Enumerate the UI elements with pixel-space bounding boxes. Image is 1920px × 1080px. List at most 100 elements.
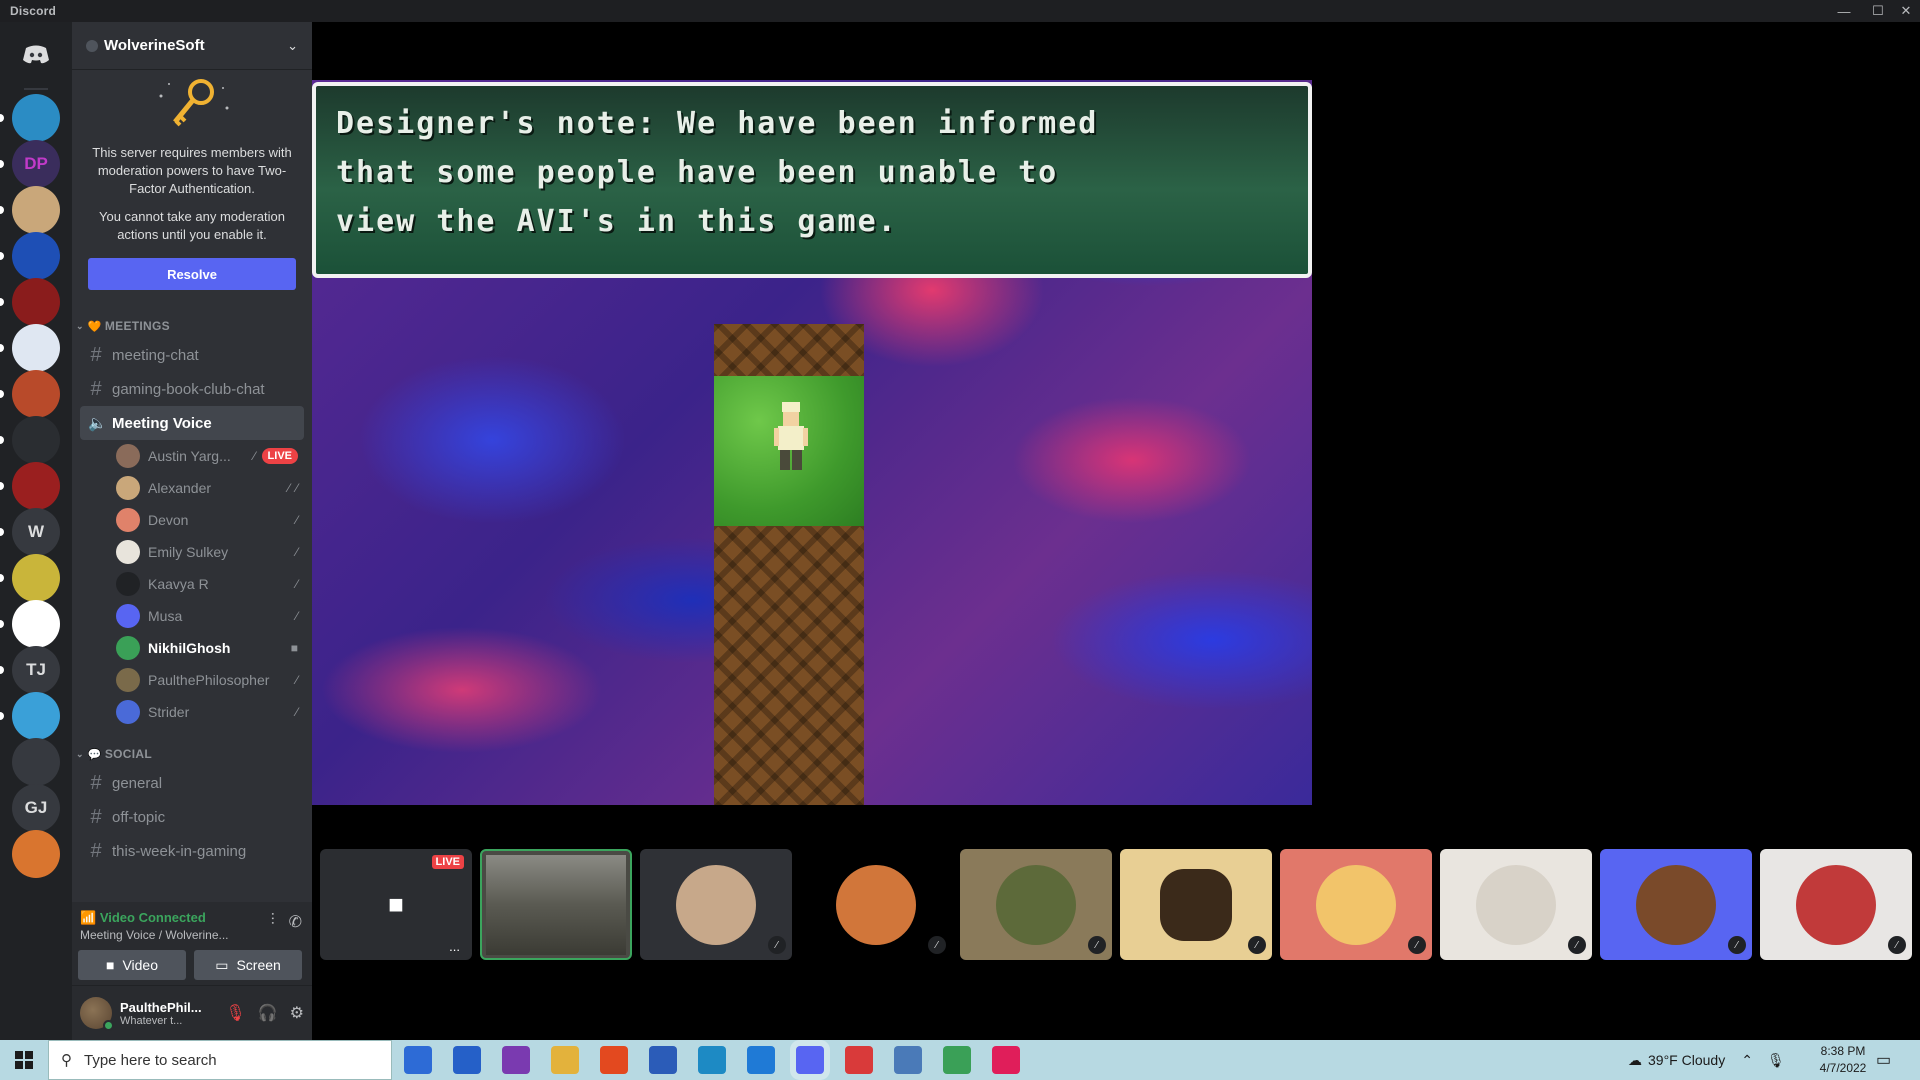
taskbar-search[interactable]: ⚲ Type here to search [48, 1040, 392, 1080]
notification-icon[interactable]: ▭ [1876, 1050, 1891, 1070]
discord-icon[interactable] [796, 1046, 824, 1074]
server-icon[interactable] [12, 462, 60, 510]
headphones-icon[interactable]: 🎧 [258, 1003, 278, 1023]
screen-share-button[interactable]: ▭ Screen [194, 950, 302, 980]
screen-share-game[interactable]: Designer's note: We have been informed t… [312, 80, 1312, 805]
office-icon[interactable] [600, 1046, 628, 1074]
server-icon[interactable]: TJ [12, 646, 60, 694]
minimize-button[interactable]: — [1830, 0, 1858, 22]
participant-tile-room-camera[interactable] [480, 849, 632, 960]
taskbar-clock[interactable]: 8:38 PM 4/7/2022 [1806, 1043, 1880, 1077]
server-icon[interactable]: DP [12, 140, 60, 188]
server-icon[interactable]: W [12, 508, 60, 556]
server-icon[interactable] [12, 554, 60, 602]
voice-user[interactable]: Austin Yarg... ⁄ LIVE [72, 440, 312, 472]
video-button[interactable]: ■ Video [78, 950, 186, 980]
channel-meeting-chat[interactable]: # meeting-chat [80, 338, 304, 372]
voice-user[interactable]: Alexander ⁄ ⁄ [72, 472, 312, 504]
files-icon[interactable] [551, 1046, 579, 1074]
channel-off-topic[interactable]: # off-topic [80, 800, 304, 834]
voice-user[interactable]: Kaavya R ⁄ [72, 568, 312, 600]
server-icon[interactable] [12, 186, 60, 234]
store-icon[interactable] [404, 1046, 432, 1074]
participant-tile-pencil-avatar[interactable]: ⁄ [1120, 849, 1272, 960]
voice-user[interactable]: Strider ⁄ [72, 696, 312, 728]
server-icon[interactable] [12, 324, 60, 372]
microphone-muted-icon: ⁄ [1888, 936, 1906, 954]
channel-label: this-week-in-gaming [112, 842, 247, 860]
server-icon[interactable] [12, 232, 60, 280]
server-icon[interactable] [12, 94, 60, 142]
avatar [996, 864, 1076, 945]
guild-header[interactable]: WolverineSoft ⌄ [72, 22, 312, 70]
participant-tile-dragon-avatar[interactable]: ⁄ [800, 849, 952, 960]
chevron-down-icon[interactable]: ⌄ [287, 38, 298, 54]
participant-tile-pixel-avatar[interactable]: ⁄ [1600, 849, 1752, 960]
slack-icon[interactable] [992, 1046, 1020, 1074]
voice-user[interactable]: Musa ⁄ [72, 600, 312, 632]
channel-gaming-book-club-chat[interactable]: # gaming-book-club-chat [80, 372, 304, 406]
user-avatar[interactable] [80, 997, 114, 1031]
channel-label: gaming-book-club-chat [112, 380, 265, 398]
vscode-icon[interactable] [747, 1046, 775, 1074]
microphone-icon[interactable]: 🎙 [1767, 1052, 1785, 1069]
chevron-up-icon[interactable]: ⌃ [1741, 1052, 1753, 1069]
server-icon[interactable]: GJ [12, 784, 60, 832]
voice-user[interactable]: Devon ⁄ [72, 504, 312, 536]
voice-user[interactable]: Emily Sulkey ⁄ [72, 536, 312, 568]
close-button[interactable]: ✕ [1892, 0, 1920, 22]
edge-icon[interactable] [698, 1046, 726, 1074]
more-options-icon[interactable]: ... [449, 939, 460, 954]
microphone-muted-icon: ⁄ [295, 545, 298, 559]
participant-tile-photo-person[interactable]: ⁄ [640, 849, 792, 960]
guild-verified-icon [86, 39, 98, 52]
microphone-muted-icon: ⁄ [768, 936, 786, 954]
microphone-muted-icon: ⁄ [295, 577, 298, 591]
dialog-line: view the AVI's in this game. [336, 204, 898, 239]
server-icon[interactable] [12, 370, 60, 418]
avatar [116, 508, 140, 532]
camera-icon: ■ [388, 889, 404, 919]
server-icon[interactable] [12, 830, 60, 878]
weather-text[interactable]: 39°F Cloudy [1648, 1052, 1725, 1068]
gear-icon[interactable]: ⚙ [290, 1003, 304, 1023]
avatar [676, 864, 756, 945]
avatar [1160, 868, 1232, 941]
server-icon[interactable] [12, 692, 60, 740]
participant-tile-anime-avatar[interactable]: ⁄ [1760, 849, 1912, 960]
channel-general[interactable]: # general [80, 766, 304, 800]
channel-this-week-in-gaming[interactable]: # this-week-in-gaming [80, 834, 304, 868]
home-button[interactable] [12, 30, 60, 78]
server-icon[interactable] [12, 278, 60, 326]
resolve-button[interactable]: Resolve [88, 258, 296, 290]
speech-bubble-icon: 💬 [87, 748, 102, 761]
disconnect-icon[interactable]: ✆ [289, 912, 302, 932]
voice-user[interactable]: NikhilGhosh ■ [72, 632, 312, 664]
chrome-icon[interactable] [943, 1046, 971, 1074]
noise-suppression-icon[interactable]: ⫶ [271, 912, 275, 932]
media-icon[interactable] [845, 1046, 873, 1074]
podcast-icon[interactable] [502, 1046, 530, 1074]
voice-channel-meeting-voice[interactable]: 🔈 Meeting Voice [80, 406, 304, 440]
maximize-button[interactable]: ☐ [1864, 0, 1892, 22]
word-icon[interactable] [649, 1046, 677, 1074]
category-meetings[interactable]: ⌄ 🧡 MEETINGS [72, 314, 312, 338]
participant-tile-stream-preview[interactable]: ■ LIVE... [320, 849, 472, 960]
participant-tile-sketch-avatar[interactable]: ⁄ [1440, 849, 1592, 960]
microphone-muted-icon[interactable]: 🎙 [225, 1003, 245, 1023]
server-icon[interactable] [12, 416, 60, 464]
mail-icon[interactable] [453, 1046, 481, 1074]
pen-icon[interactable] [894, 1046, 922, 1074]
voice-user-name: NikhilGhosh [148, 640, 231, 656]
hash-icon: # [90, 839, 102, 862]
server-icon[interactable] [12, 600, 60, 648]
connection-channel[interactable]: Meeting Voice / Wolverine... [80, 928, 230, 942]
participant-tile-chicken-avatar[interactable]: ⁄ [1280, 849, 1432, 960]
category-social[interactable]: ⌄ 💬 SOCIAL [72, 742, 312, 766]
start-button[interactable] [0, 1040, 48, 1080]
unread-indicator [0, 390, 4, 398]
participant-tile-landscape-avatar[interactable]: ⁄ [960, 849, 1112, 960]
server-icon[interactable] [12, 738, 60, 786]
voice-user[interactable]: PaulthePhilosopher ⁄ [72, 664, 312, 696]
window-titlebar: Discord — ☐ ✕ [0, 0, 1920, 22]
